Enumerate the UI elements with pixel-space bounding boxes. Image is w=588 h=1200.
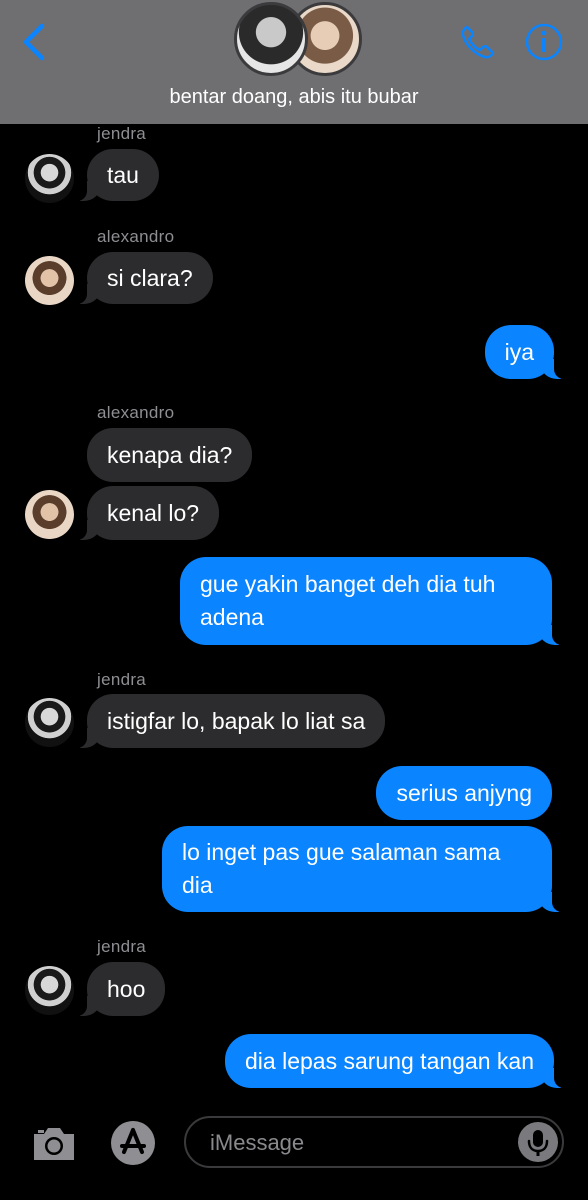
message-text: si clara? [107,264,193,291]
conversation-header: bentar doang, abis itu bubar [0,0,588,124]
message-text: iya [504,338,534,365]
message-bubble[interactable]: tau [77,149,159,201]
group-avatars[interactable] [232,2,362,76]
avatar[interactable] [25,698,74,747]
camera-icon[interactable] [30,1124,78,1164]
microphone-button[interactable] [518,1122,558,1162]
group-name[interactable]: bentar doang, abis itu bubar [0,86,588,109]
message-bubble[interactable]: istigfar lo, bapak lo liat sa [76,694,386,748]
message-bubble[interactable]: kenapa dia? [87,428,253,482]
message-input-field[interactable] [184,1116,564,1168]
back-chevron-icon[interactable] [18,22,54,62]
message-bubble[interactable]: serius anjyng [376,766,552,820]
microphone-icon [527,1130,549,1156]
group-avatar-jendra [234,2,308,76]
message-bubble[interactable]: iya [484,325,565,379]
message-text: kenal lo? [107,499,200,526]
phone-icon[interactable] [458,22,498,62]
message-bubble[interactable]: si clara? [77,252,213,304]
avatar[interactable] [25,154,74,203]
avatar[interactable] [25,966,74,1015]
message-bubble[interactable]: dia lepas sarung tangan kan [225,1034,564,1088]
sender-name: jendra [97,124,147,143]
sender-name: jendra [97,670,147,689]
message-text: hoo [107,975,146,1002]
app-store-icon[interactable] [106,1118,160,1168]
message-bubble[interactable]: hoo [76,962,166,1016]
message-text: tau [107,161,139,188]
avatar[interactable] [25,256,74,305]
message-text: istigfar lo, bapak lo liat sa [107,707,366,734]
message-bubble[interactable]: kenal lo? [76,486,220,540]
message-bubble[interactable]: gue yakin banget deh dia tuh adena [180,557,562,645]
message-text: gue yakin banget deh dia tuh adena [200,571,496,630]
message-bubble[interactable]: lo inget pas gue salaman sama dia [162,826,562,912]
avatar[interactable] [25,490,74,539]
sender-name: alexandro [97,227,175,246]
message-text: kenapa dia? [107,441,233,468]
sender-name: jendra [97,937,147,956]
message-text: serius anjyng [396,779,532,806]
sender-name: alexandro [97,403,175,422]
info-icon[interactable] [524,22,564,62]
message-text: lo inget pas gue salaman sama dia [182,839,501,898]
message-text: dia lepas sarung tangan kan [245,1047,534,1074]
message-input[interactable] [208,1126,502,1160]
